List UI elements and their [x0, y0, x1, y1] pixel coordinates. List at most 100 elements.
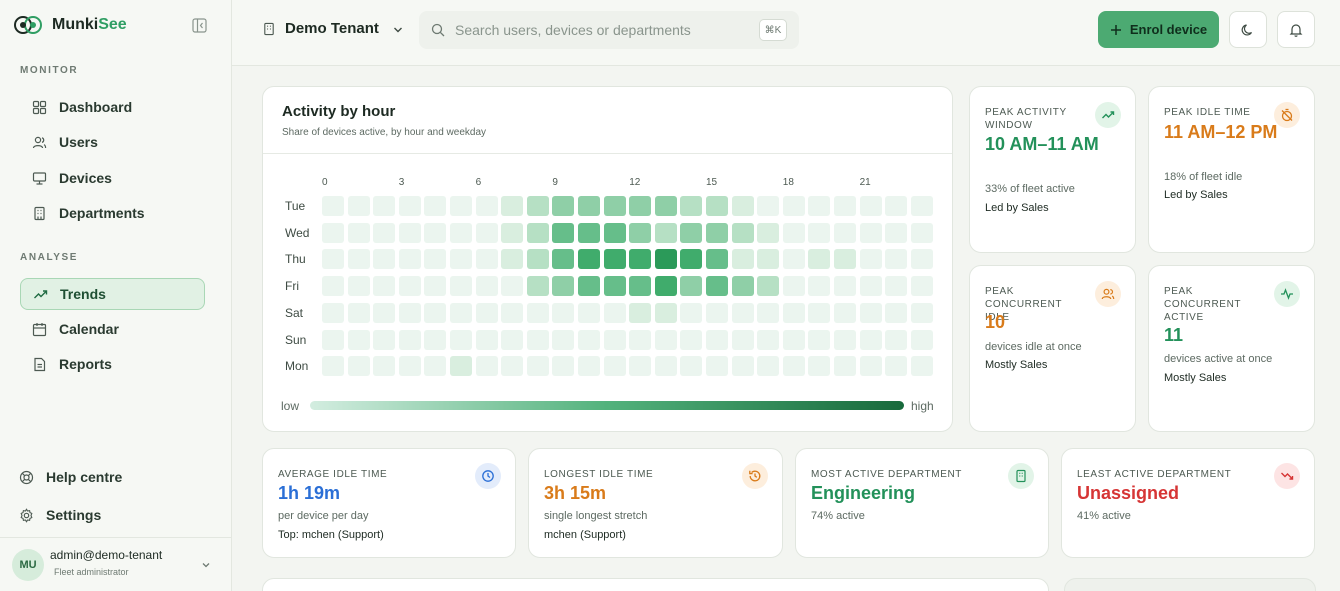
heatmap-cell[interactable] — [450, 356, 472, 377]
heatmap-cell[interactable] — [347, 302, 370, 323]
heatmap-cell[interactable] — [706, 356, 728, 377]
heatmap-cell[interactable] — [526, 329, 549, 350]
user-menu[interactable]: MU admin@demo-tenant Fleet administrator — [0, 537, 231, 591]
heatmap-cell[interactable] — [322, 222, 344, 243]
heatmap-cell[interactable] — [603, 276, 626, 297]
heatmap-cell[interactable] — [654, 276, 677, 297]
brand[interactable]: MunkiSee — [14, 14, 127, 36]
heatmap-cell[interactable] — [808, 276, 831, 297]
heatmap-cell[interactable] — [808, 249, 831, 270]
heatmap-cell[interactable] — [552, 302, 575, 323]
heatmap-cell[interactable] — [398, 329, 421, 350]
heatmap-cell[interactable] — [834, 276, 856, 297]
heatmap-cell[interactable] — [424, 329, 447, 350]
sidebar-item-reports[interactable]: Reports — [20, 348, 205, 380]
heatmap-cell[interactable] — [680, 249, 703, 270]
heatmap-cell[interactable] — [501, 196, 524, 216]
heatmap-cell[interactable] — [450, 196, 472, 216]
heatmap-cell[interactable] — [910, 356, 933, 377]
heatmap-cell[interactable] — [654, 356, 677, 377]
heatmap-cell[interactable] — [910, 196, 933, 216]
heatmap-cell[interactable] — [910, 276, 933, 297]
heatmap-cell[interactable] — [450, 302, 472, 323]
heatmap-cell[interactable] — [501, 249, 524, 270]
heatmap-cell[interactable] — [731, 222, 754, 243]
heatmap-cell[interactable] — [910, 249, 933, 270]
heatmap-cell[interactable] — [501, 276, 524, 297]
theme-toggle-button[interactable] — [1229, 11, 1267, 48]
heatmap-cell[interactable] — [450, 276, 472, 297]
heatmap-cell[interactable] — [526, 356, 549, 377]
heatmap-cell[interactable] — [782, 249, 805, 270]
heatmap-cell[interactable] — [347, 249, 370, 270]
heatmap-cell[interactable] — [373, 356, 396, 377]
heatmap-cell[interactable] — [885, 356, 908, 377]
heatmap-cell[interactable] — [526, 196, 549, 216]
heatmap-cell[interactable] — [322, 329, 344, 350]
heatmap-cell[interactable] — [808, 356, 831, 377]
heatmap-cell[interactable] — [859, 329, 882, 350]
heatmap-cell[interactable] — [475, 196, 498, 216]
heatmap-cell[interactable] — [757, 302, 780, 323]
heatmap-cell[interactable] — [398, 196, 421, 216]
heatmap-cell[interactable] — [680, 196, 703, 216]
heatmap-cell[interactable] — [706, 222, 728, 243]
heatmap-cell[interactable] — [629, 356, 652, 377]
sidebar-item-calendar[interactable]: Calendar — [20, 313, 205, 345]
heatmap-cell[interactable] — [603, 196, 626, 216]
heatmap-cell[interactable] — [706, 196, 728, 216]
heatmap-cell[interactable] — [859, 276, 882, 297]
heatmap-cell[interactable] — [731, 329, 754, 350]
heatmap-cell[interactable] — [603, 329, 626, 350]
heatmap-cell[interactable] — [347, 329, 370, 350]
heatmap-cell[interactable] — [552, 276, 575, 297]
heatmap-cell[interactable] — [398, 276, 421, 297]
heatmap-cell[interactable] — [885, 222, 908, 243]
heatmap-cell[interactable] — [680, 302, 703, 323]
heatmap-cell[interactable] — [731, 302, 754, 323]
heatmap-cell[interactable] — [885, 276, 908, 297]
heatmap-cell[interactable] — [450, 222, 472, 243]
heatmap-cell[interactable] — [885, 196, 908, 216]
heatmap-cell[interactable] — [322, 249, 344, 270]
heatmap-cell[interactable] — [578, 249, 600, 270]
heatmap-cell[interactable] — [782, 302, 805, 323]
heatmap-cell[interactable] — [885, 302, 908, 323]
heatmap-cell[interactable] — [526, 276, 549, 297]
heatmap-cell[interactable] — [782, 329, 805, 350]
heatmap-cell[interactable] — [424, 276, 447, 297]
heatmap-cell[interactable] — [834, 222, 856, 243]
heatmap-cell[interactable] — [629, 276, 652, 297]
heatmap-cell[interactable] — [578, 276, 600, 297]
heatmap-cell[interactable] — [322, 356, 344, 377]
heatmap-cell[interactable] — [450, 249, 472, 270]
heatmap-cell[interactable] — [347, 356, 370, 377]
heatmap-cell[interactable] — [603, 302, 626, 323]
heatmap-cell[interactable] — [706, 329, 728, 350]
heatmap-cell[interactable] — [322, 302, 344, 323]
notifications-button[interactable] — [1277, 11, 1315, 48]
heatmap-cell[interactable] — [680, 329, 703, 350]
sidebar-item-devices[interactable]: Devices — [20, 162, 205, 194]
heatmap-cell[interactable] — [910, 222, 933, 243]
heatmap-cell[interactable] — [373, 249, 396, 270]
heatmap-cell[interactable] — [834, 196, 856, 216]
heatmap-cell[interactable] — [629, 249, 652, 270]
heatmap-cell[interactable] — [808, 329, 831, 350]
heatmap-cell[interactable] — [398, 302, 421, 323]
help-centre-link[interactable]: Help centre — [19, 469, 122, 485]
heatmap-cell[interactable] — [398, 222, 421, 243]
heatmap-cell[interactable] — [526, 302, 549, 323]
heatmap-cell[interactable] — [910, 302, 933, 323]
heatmap-cell[interactable] — [501, 222, 524, 243]
heatmap-cell[interactable] — [731, 249, 754, 270]
heatmap-cell[interactable] — [552, 356, 575, 377]
heatmap-cell[interactable] — [526, 249, 549, 270]
heatmap-cell[interactable] — [782, 222, 805, 243]
heatmap-cell[interactable] — [859, 249, 882, 270]
heatmap-cell[interactable] — [552, 222, 575, 243]
heatmap-cell[interactable] — [603, 249, 626, 270]
heatmap-cell[interactable] — [757, 222, 780, 243]
heatmap-cell[interactable] — [475, 276, 498, 297]
heatmap-cell[interactable] — [757, 356, 780, 377]
